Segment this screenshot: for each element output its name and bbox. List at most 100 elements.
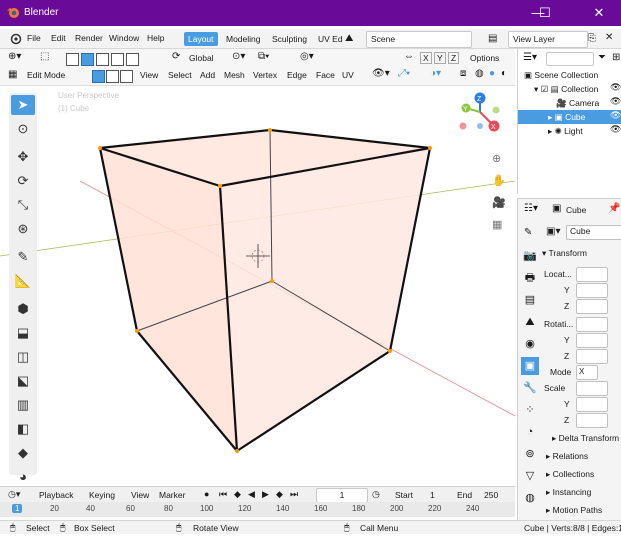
scene-field[interactable]: Scene: [366, 31, 472, 48]
options-dropdown[interactable]: Options: [470, 53, 499, 63]
collections-section[interactable]: ▸ Collections: [546, 467, 594, 481]
shading-wireframe-icon[interactable]: ◍: [475, 68, 484, 79]
menu-mesh[interactable]: Mesh: [224, 70, 245, 80]
rotate-tool-icon[interactable]: ⟳: [11, 171, 35, 191]
close-button[interactable]: ✕: [588, 3, 610, 23]
select-mode-intersect-icon[interactable]: [126, 53, 139, 66]
select-mode-extend-icon[interactable]: [81, 53, 94, 66]
expand-arrow-icon[interactable]: ▸: [548, 126, 552, 136]
object-data-tab-icon[interactable]: ▽: [521, 467, 539, 485]
new-collection-icon[interactable]: ⊞: [612, 52, 620, 63]
visibility-eye-icon[interactable]: 👁: [610, 110, 621, 121]
visibility-eye-icon[interactable]: 👁: [610, 96, 621, 107]
xray-icon[interactable]: ⧈: [460, 68, 466, 79]
outliner-item-collection[interactable]: ▾ ☑ ▤ Collection: [518, 82, 621, 96]
timeline-ruler[interactable]: 1 20 40 60 80 100 120 140 160 180 200 22…: [0, 502, 515, 517]
outliner-item-scene-collection[interactable]: ▣ Scene Collection: [518, 68, 621, 82]
gizmo-toggle-icon[interactable]: ⤢▾: [398, 68, 410, 79]
outliner-search-input[interactable]: [546, 52, 594, 66]
particles-tab-icon[interactable]: ⁘: [521, 401, 539, 419]
menu-playback[interactable]: Playback: [39, 490, 74, 500]
scale-y-field[interactable]: [576, 397, 608, 412]
blender-menu-icon[interactable]: [8, 32, 22, 47]
jump-start-icon[interactable]: ⏮: [219, 489, 227, 500]
world-tab-icon[interactable]: ◉: [521, 335, 539, 353]
select-mode-invert-icon[interactable]: [111, 53, 124, 66]
add-cube-tool-icon[interactable]: ⬢: [11, 299, 35, 319]
menu-file[interactable]: File: [27, 33, 41, 43]
relations-section[interactable]: ▸ Relations: [546, 449, 588, 463]
physics-tab-icon[interactable]: ◔: [521, 423, 539, 441]
tab-layout[interactable]: Layout: [184, 32, 218, 46]
outliner-item-light[interactable]: ▸ ✺ Light: [518, 124, 621, 138]
tool-tab-icon[interactable]: ✎: [524, 227, 532, 238]
render-tab-icon[interactable]: 📷: [521, 247, 539, 265]
filter-icon[interactable]: ⏷: [598, 52, 606, 63]
record-icon[interactable]: ●: [204, 489, 209, 499]
visibility-eye-icon[interactable]: 👁: [610, 82, 621, 93]
delta-transform-section[interactable]: ▸ Delta Transform: [552, 431, 619, 445]
expand-arrow-icon[interactable]: ▸: [548, 112, 552, 122]
mode-dropdown[interactable]: Edit Mode: [27, 70, 65, 80]
rotation-y-field[interactable]: [576, 333, 608, 348]
scene-icon[interactable]: ⛰: [345, 33, 353, 44]
playhead-frame[interactable]: 1: [12, 504, 23, 513]
edit-mode-icon[interactable]: ▦: [8, 69, 17, 80]
prev-keyframe-icon[interactable]: ◆: [234, 489, 241, 500]
menu-select[interactable]: Select: [168, 70, 192, 80]
pivot-point-icon[interactable]: ⊙▾: [232, 51, 245, 62]
measure-tool-icon[interactable]: 📐: [11, 271, 35, 291]
perspective-toggle-icon[interactable]: ▦: [492, 218, 502, 231]
location-x-field[interactable]: [576, 267, 608, 282]
menu-vertex[interactable]: Vertex: [253, 70, 277, 80]
tab-modeling[interactable]: Modeling: [222, 32, 265, 46]
transform-orientation-dropdown[interactable]: Global: [189, 53, 214, 63]
view-layer-icon[interactable]: ▤: [488, 33, 497, 44]
output-tab-icon[interactable]: 🖶: [521, 269, 539, 287]
select-box-tool-icon[interactable]: ➤: [11, 95, 35, 115]
editor-type-icon[interactable]: ⊕▾: [8, 51, 21, 62]
visibility-eye-icon[interactable]: 👁: [610, 124, 621, 135]
outliner-editor-icon[interactable]: ☰▾: [523, 52, 537, 63]
snap-icon[interactable]: ⧉▾: [258, 51, 269, 62]
transform-tool-icon[interactable]: ⊛: [11, 219, 35, 239]
remove-view-layer-icon[interactable]: ✕: [605, 32, 613, 43]
mirror-icon[interactable]: ⇔: [404, 51, 414, 62]
copy-view-layer-icon[interactable]: ⎘: [588, 33, 596, 44]
orientation-icon[interactable]: ⟳: [172, 51, 180, 62]
3d-viewport[interactable]: Z Y X User Perspective (1) Cube ⊕ ✋ 🎥 ▦: [0, 86, 515, 484]
jump-end-icon[interactable]: ⏭: [290, 489, 298, 500]
zoom-icon[interactable]: ⊕: [492, 152, 501, 165]
stopwatch-icon[interactable]: ◷: [372, 489, 380, 500]
overlays-icon[interactable]: ◑▾: [430, 68, 441, 79]
modifier-tab-icon[interactable]: 🔧: [521, 379, 539, 397]
menu-edge[interactable]: Edge: [287, 70, 307, 80]
scene-tab-icon[interactable]: ⛰: [521, 313, 539, 331]
view-layer-field[interactable]: View Layer: [508, 31, 588, 48]
motion-paths-section[interactable]: ▸ Motion Paths: [546, 503, 602, 517]
face-select-icon[interactable]: [120, 70, 133, 83]
inset-tool-icon[interactable]: ◫: [11, 347, 35, 367]
start-frame-field[interactable]: 1: [430, 490, 435, 500]
checkbox-icon[interactable]: ☑: [541, 84, 549, 94]
viewport-canvas[interactable]: Z Y X: [0, 86, 515, 484]
view-layer-tab-icon[interactable]: ▤: [521, 291, 539, 309]
select-tool-icon[interactable]: ⬚: [40, 51, 49, 62]
menu-keying[interactable]: Keying: [89, 490, 115, 500]
move-tool-icon[interactable]: ✥: [11, 147, 35, 167]
select-mode-new-icon[interactable]: [66, 53, 79, 66]
poly-build-tool-icon[interactable]: ◆: [11, 443, 35, 463]
constraints-tab-icon[interactable]: ⊚: [521, 445, 539, 463]
extrude-tool-icon[interactable]: ⬓: [11, 323, 35, 343]
expand-arrow-icon[interactable]: ▾: [534, 84, 538, 94]
knife-tool-icon[interactable]: ◧: [11, 419, 35, 439]
scale-z-field[interactable]: [576, 413, 608, 428]
menu-edit[interactable]: Edit: [51, 33, 66, 43]
instancing-section[interactable]: ▸ Instancing: [546, 485, 591, 499]
menu-render[interactable]: Render: [75, 33, 103, 43]
object-tab-icon[interactable]: ▣: [521, 357, 539, 375]
menu-help[interactable]: Help: [147, 33, 164, 43]
select-mode-subtract-icon[interactable]: [96, 53, 109, 66]
menu-face[interactable]: Face: [316, 70, 335, 80]
play-icon[interactable]: ▶: [262, 489, 269, 500]
